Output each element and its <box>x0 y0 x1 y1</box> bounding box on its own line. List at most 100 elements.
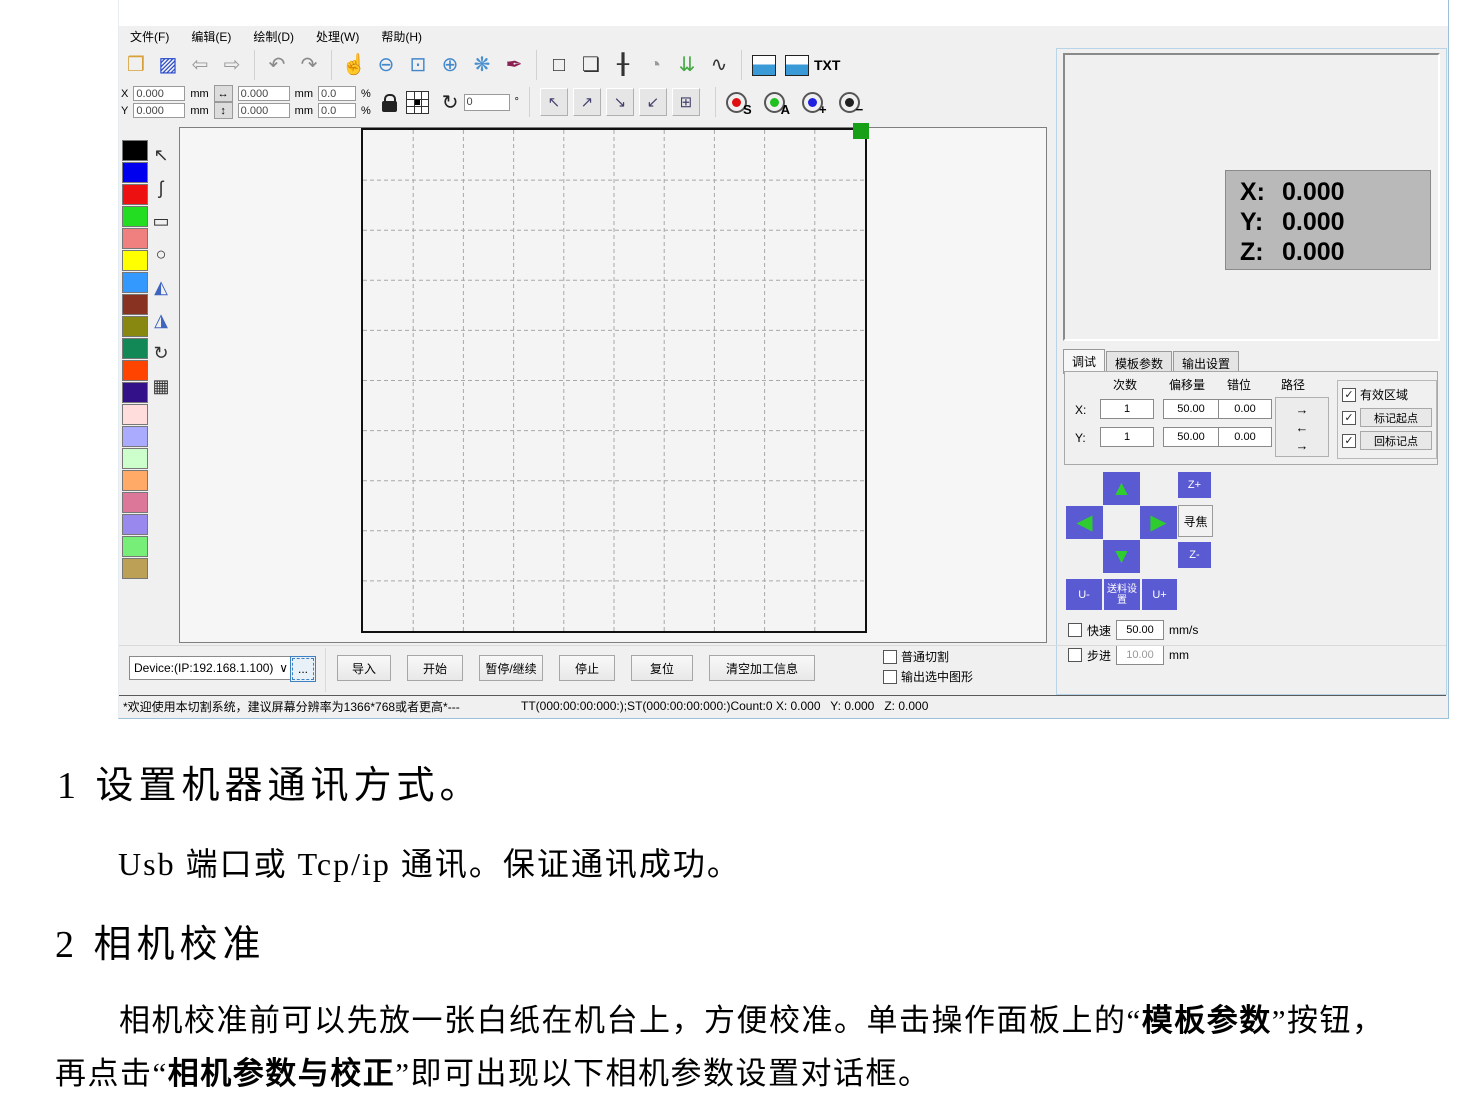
device-dropdown[interactable]: Device:(IP:192.168.1.100) ∨ <box>129 656 293 680</box>
height-percent-input[interactable] <box>318 103 356 118</box>
lock-ratio-icon[interactable] <box>382 101 397 112</box>
save-file-icon[interactable]: ▨ <box>153 50 183 80</box>
origin-center-button[interactable]: ⊞ <box>672 88 700 116</box>
color-swatch-4[interactable] <box>122 228 148 249</box>
valid-area-checkbox[interactable]: ✓ <box>1342 388 1356 402</box>
find-focus-button[interactable]: 寻焦 <box>1178 505 1213 537</box>
color-swatch-6[interactable] <box>122 272 148 293</box>
canvas-area[interactable] <box>179 127 1047 643</box>
mark-start-button[interactable]: 标记起点 <box>1360 408 1432 427</box>
fast-speed-checkbox[interactable] <box>1068 623 1082 637</box>
color-swatch-3[interactable] <box>122 206 148 227</box>
zoom-in-icon[interactable]: ⊕ <box>435 50 465 80</box>
height-input[interactable] <box>238 103 290 118</box>
fast-speed-input[interactable] <box>1116 620 1164 640</box>
jog-right-button[interactable]: ▶ <box>1140 506 1177 539</box>
rotate-tool[interactable]: ↻ <box>148 340 174 366</box>
stop-button[interactable]: 停止 <box>559 655 615 681</box>
color-swatch-15[interactable] <box>122 470 148 491</box>
normal-cut-checkbox[interactable] <box>883 650 897 664</box>
zoom-out-icon[interactable]: ⊖ <box>371 50 401 80</box>
y-offset-input[interactable] <box>1163 427 1219 447</box>
width-percent-input[interactable] <box>318 86 356 101</box>
mark-add-target[interactable]: + <box>802 92 827 113</box>
zoom-page-icon[interactable]: ⊡ <box>403 50 433 80</box>
mirror-horizontal-tool[interactable]: ◭ <box>148 274 174 300</box>
align-distribute-icon[interactable]: ╂ <box>608 50 638 80</box>
color-swatch-0[interactable] <box>122 140 148 161</box>
origin-top-left-button[interactable]: ↖ <box>540 88 568 116</box>
menu-item-1[interactable]: 编辑(E) <box>180 26 242 47</box>
jog-down-button[interactable]: ▼ <box>1103 540 1140 573</box>
origin-bottom-left-button[interactable]: ↙ <box>639 88 667 116</box>
menu-item-0[interactable]: 文件(F) <box>119 26 180 47</box>
jog-left-button[interactable]: ◀ <box>1066 506 1103 539</box>
pause-resume-button[interactable]: 暂停/继续 <box>479 655 543 681</box>
mark-anchor-target[interactable]: A <box>764 92 790 113</box>
color-swatch-7[interactable] <box>122 294 148 315</box>
color-swatch-8[interactable] <box>122 316 148 337</box>
ellipse-tool[interactable]: ○ <box>148 241 174 267</box>
import-file-icon[interactable]: ⇦ <box>185 50 215 80</box>
path-mode-icon[interactable]: → ← → <box>1275 397 1329 457</box>
pan-hand-icon[interactable]: ☝ <box>339 50 369 80</box>
jog-up-button[interactable]: ▲ <box>1103 472 1140 505</box>
array-tool[interactable]: ▦ <box>148 373 174 399</box>
menu-item-4[interactable]: 帮助(H) <box>370 26 433 47</box>
rotate-icon[interactable]: ↻ <box>442 90 459 115</box>
mirror-vertical-tool[interactable]: ◮ <box>148 307 174 333</box>
z-minus-button[interactable]: Z- <box>1178 542 1211 568</box>
color-swatch-10[interactable] <box>122 360 148 381</box>
width-arrow-icon[interactable]: ↔ <box>214 85 233 102</box>
curve-path-icon[interactable]: ∿ <box>704 50 734 80</box>
curve-tool[interactable]: ʃ <box>148 175 174 201</box>
height-arrow-icon[interactable]: ↕ <box>214 102 233 119</box>
back-mark-checkbox[interactable]: ✓ <box>1342 434 1356 448</box>
mark-remove-target[interactable]: − <box>839 92 864 113</box>
node-edit-icon[interactable]: ❋ <box>467 50 497 80</box>
color-swatch-9[interactable] <box>122 338 148 359</box>
bezier-pen-icon[interactable]: ✒ <box>499 50 529 80</box>
x-position-input[interactable] <box>133 86 185 101</box>
width-input[interactable] <box>238 86 290 101</box>
text-tool-button[interactable]: TXT <box>781 50 844 80</box>
feed-settings-button[interactable]: 送料设置 <box>1104 579 1140 610</box>
mark-start-target[interactable]: S <box>726 92 752 113</box>
origin-bottom-right-button[interactable]: ↘ <box>606 88 634 116</box>
menu-item-3[interactable]: 处理(W) <box>305 26 370 47</box>
blank-shape-icon[interactable]: □ <box>544 50 574 80</box>
export-file-icon[interactable]: ⇨ <box>217 50 247 80</box>
menu-item-2[interactable]: 绘制(D) <box>242 26 305 47</box>
clear-info-button[interactable]: 清空加工信息 <box>709 655 815 681</box>
import-button[interactable]: 导入 <box>337 655 391 681</box>
y-position-input[interactable] <box>133 103 185 118</box>
color-swatch-19[interactable] <box>122 558 148 579</box>
mark-start-checkbox[interactable]: ✓ <box>1342 411 1356 425</box>
shape-order-icon[interactable]: ❏ <box>576 50 606 80</box>
x-count-input[interactable] <box>1100 399 1154 419</box>
image-icon[interactable] <box>749 50 779 80</box>
angle-input[interactable] <box>464 94 510 111</box>
reset-button[interactable]: 复位 <box>631 655 693 681</box>
color-swatch-13[interactable] <box>122 426 148 447</box>
color-swatch-14[interactable] <box>122 448 148 469</box>
u-plus-button[interactable]: U+ <box>1142 579 1177 610</box>
undo-icon[interactable]: ↶ <box>262 50 292 80</box>
color-swatch-17[interactable] <box>122 514 148 535</box>
redo-icon[interactable]: ↷ <box>294 50 324 80</box>
z-plus-button[interactable]: Z+ <box>1178 472 1211 498</box>
rectangle-tool[interactable]: ▭ <box>148 208 174 234</box>
back-mark-button[interactable]: 回标记点 <box>1360 431 1432 450</box>
color-swatch-11[interactable] <box>122 382 148 403</box>
color-swatch-2[interactable] <box>122 184 148 205</box>
origin-top-right-button[interactable]: ↗ <box>573 88 601 116</box>
output-selected-checkbox[interactable] <box>883 670 897 684</box>
device-browse-button[interactable]: ... <box>290 656 316 682</box>
start-button[interactable]: 开始 <box>407 655 463 681</box>
y-stagger-input[interactable] <box>1218 427 1272 447</box>
anchor-grid-icon[interactable] <box>406 91 429 114</box>
color-swatch-12[interactable] <box>122 404 148 425</box>
color-swatch-16[interactable] <box>122 492 148 513</box>
x-offset-input[interactable] <box>1163 399 1219 419</box>
color-swatch-5[interactable] <box>122 250 148 271</box>
